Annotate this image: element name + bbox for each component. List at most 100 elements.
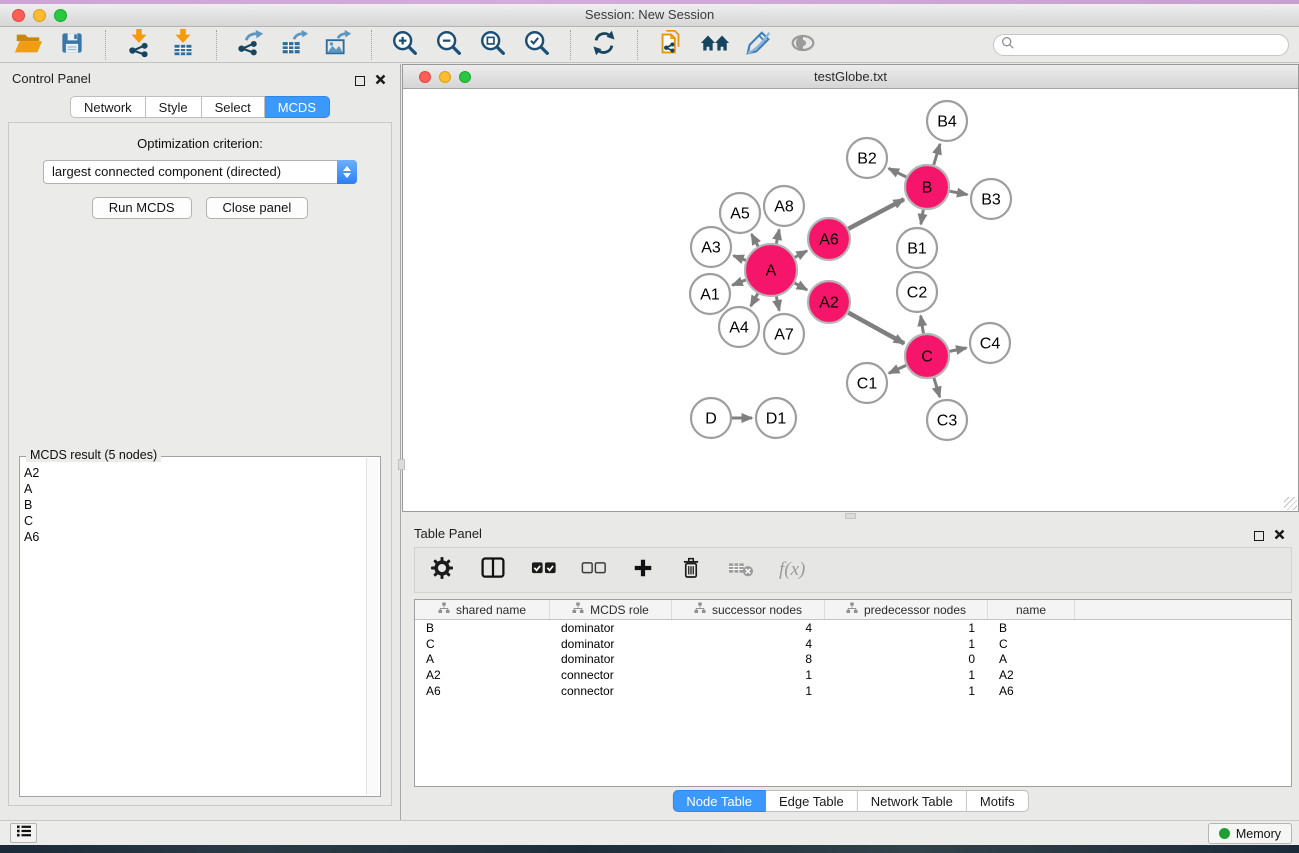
table-row[interactable]: Adominator80A <box>415 651 1291 667</box>
save-session-button[interactable] <box>56 29 88 61</box>
split-column-button[interactable] <box>479 555 507 586</box>
home-button[interactable] <box>699 29 731 61</box>
network-close-button[interactable] <box>419 71 431 83</box>
table-settings-button[interactable] <box>429 555 455 586</box>
zoom-in-button[interactable] <box>389 29 421 61</box>
show-hide-view-button[interactable] <box>787 29 819 61</box>
column-header-MCDS-role[interactable]: MCDS role <box>550 600 672 619</box>
task-history-button[interactable] <box>10 823 37 843</box>
tab-network[interactable]: Network <box>70 96 146 118</box>
graph-node-B3[interactable]: B3 <box>971 179 1011 219</box>
graph-node-A1[interactable]: A1 <box>690 274 730 314</box>
delete-column-button[interactable] <box>679 555 703 586</box>
tab-node-table[interactable]: Node Table <box>672 790 766 812</box>
mcds-result-list[interactable]: A2ABCA6 <box>24 465 362 792</box>
search-box[interactable] <box>993 34 1289 56</box>
memory-button[interactable]: Memory <box>1208 823 1292 844</box>
vertical-splitter-handle[interactable] <box>398 459 405 470</box>
graph-edge-A-A3[interactable] <box>733 256 745 261</box>
select-all-checkboxes-button[interactable] <box>531 557 557 584</box>
graph-node-B4[interactable]: B4 <box>927 101 967 141</box>
graph-node-C4[interactable]: C4 <box>970 323 1010 363</box>
graph-node-D[interactable]: D <box>691 398 731 438</box>
table-row[interactable]: Bdominator41B <box>415 620 1291 636</box>
graph-node-A[interactable]: A <box>745 244 797 296</box>
export-table-button[interactable] <box>278 29 310 61</box>
export-image-button[interactable] <box>322 29 354 61</box>
graph-edge-A-A1[interactable] <box>732 280 746 285</box>
graph-node-C2[interactable]: C2 <box>897 272 937 312</box>
graph-edge-A-A4[interactable] <box>751 294 758 307</box>
graph-node-A6[interactable]: A6 <box>808 218 850 260</box>
tab-network-table[interactable]: Network Table <box>858 790 967 812</box>
import-network-button[interactable] <box>123 29 155 61</box>
delete-table-button[interactable] <box>727 556 755 585</box>
mcds-result-item[interactable]: A6 <box>24 529 362 545</box>
graph-node-A5[interactable]: A5 <box>720 193 760 233</box>
tab-edge-table[interactable]: Edge Table <box>766 790 858 812</box>
graph-edge-C-C1[interactable] <box>889 365 906 373</box>
graph-node-C1[interactable]: C1 <box>847 363 887 403</box>
node-table[interactable]: shared nameMCDS rolesuccessor nodesprede… <box>414 599 1292 787</box>
graph-node-C[interactable]: C <box>905 334 949 378</box>
window-resize-grip[interactable] <box>1284 497 1297 510</box>
mcds-result-item[interactable]: A <box>24 481 362 497</box>
add-column-button[interactable] <box>631 556 655 585</box>
zoom-window-button[interactable] <box>54 9 67 22</box>
graph-node-A4[interactable]: A4 <box>719 307 759 347</box>
close-table-panel-icon[interactable] <box>1274 527 1285 545</box>
optimization-criterion-select[interactable]: largest connected component (directed) <box>43 160 357 184</box>
deselect-all-checkboxes-button[interactable] <box>581 557 607 584</box>
export-network-button[interactable] <box>234 29 266 61</box>
minimize-window-button[interactable] <box>33 9 46 22</box>
mcds-result-item[interactable]: A2 <box>24 465 362 481</box>
zoom-fit-button[interactable] <box>477 29 509 61</box>
graph-edge-B-B4[interactable] <box>934 144 940 165</box>
tab-style[interactable]: Style <box>146 96 202 118</box>
close-panel-icon[interactable] <box>375 72 386 90</box>
graph-node-A8[interactable]: A8 <box>764 186 804 226</box>
float-panel-icon[interactable] <box>355 76 365 86</box>
import-table-button[interactable] <box>167 29 199 61</box>
run-mcds-button[interactable]: Run MCDS <box>92 197 192 219</box>
column-header-successor-nodes[interactable]: successor nodes <box>672 600 825 619</box>
zoom-selected-button[interactable] <box>521 29 553 61</box>
table-row[interactable]: Cdominator41C <box>415 636 1291 652</box>
function-builder-button[interactable]: f(x) <box>779 559 805 581</box>
zoom-out-button[interactable] <box>433 29 465 61</box>
graph-node-C3[interactable]: C3 <box>927 400 967 440</box>
graph-edge-A-A8[interactable] <box>776 230 779 244</box>
network-document-button[interactable] <box>655 29 687 61</box>
graph-edge-A-A2[interactable] <box>795 283 808 290</box>
graph-node-D1[interactable]: D1 <box>756 398 796 438</box>
graph-node-A3[interactable]: A3 <box>691 227 731 267</box>
column-header-name[interactable]: name <box>988 600 1075 619</box>
graph-edge-A6-B[interactable] <box>848 199 904 229</box>
network-minimize-button[interactable] <box>439 71 451 83</box>
graph-edge-B-B3[interactable] <box>950 191 968 194</box>
column-header-shared-name[interactable]: shared name <box>415 600 550 619</box>
open-file-button[interactable] <box>12 29 44 61</box>
tab-select[interactable]: Select <box>202 96 265 118</box>
result-scrollbar[interactable] <box>366 458 379 795</box>
hide-graphics-details-button[interactable] <box>743 29 775 61</box>
graph-edge-A2-C[interactable] <box>848 313 904 344</box>
mcds-result-item[interactable]: B <box>24 497 362 513</box>
graph-edge-A-A6[interactable] <box>795 251 807 257</box>
graph-node-B2[interactable]: B2 <box>847 138 887 178</box>
graph-edge-B-B2[interactable] <box>889 168 907 177</box>
graph-edge-C-C3[interactable] <box>934 378 940 397</box>
table-row[interactable]: A6connector11A6 <box>415 683 1291 699</box>
graph-edge-A-A7[interactable] <box>776 297 779 311</box>
float-table-panel-icon[interactable] <box>1254 531 1264 541</box>
network-zoom-button[interactable] <box>459 71 471 83</box>
table-row[interactable]: A2connector11A2 <box>415 667 1291 683</box>
network-graph[interactable]: B4B2BB3A8A5A6A3B1AA1C2A2A4A7C4CC1C3DD1 <box>403 89 1298 510</box>
column-header-predecessor-nodes[interactable]: predecessor nodes <box>825 600 988 619</box>
mcds-result-item[interactable]: C <box>24 513 362 529</box>
search-input[interactable] <box>1020 36 1288 54</box>
close-panel-button[interactable]: Close panel <box>206 197 309 219</box>
graph-edge-C-C2[interactable] <box>921 316 924 334</box>
close-window-button[interactable] <box>12 9 25 22</box>
graph-edge-C-C4[interactable] <box>950 348 967 352</box>
